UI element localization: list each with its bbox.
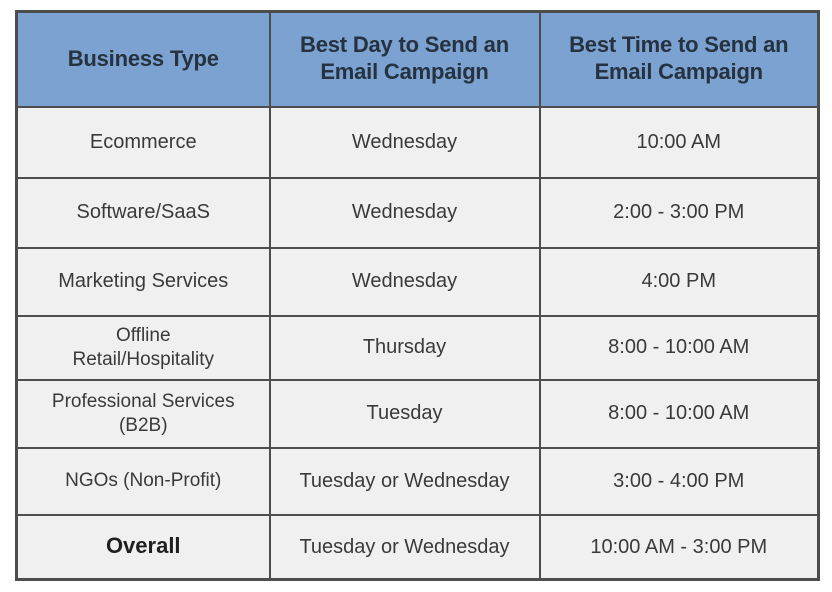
cell-business-type: Ecommerce: [15, 105, 271, 179]
table-row-overall: Overall Tuesday or Wednesday 10:00 AM - …: [15, 513, 820, 581]
cell-best-time: 8:00 - 10:00 AM: [538, 378, 820, 449]
cell-best-day: Wednesday: [268, 105, 541, 179]
column-header-best-day: Best Day to Send an Email Campaign: [268, 10, 541, 108]
column-header-best-day-line-2: Email Campaign: [320, 59, 489, 85]
table-row: Professional Services (B2B) Tuesday 8:00…: [15, 378, 820, 449]
cell-best-time: 10:00 AM: [538, 105, 820, 179]
email-timing-table: Business Type Best Day to Send an Email …: [15, 10, 820, 581]
column-header-business-type: Business Type: [15, 10, 271, 108]
cell-business-type: Professional Services (B2B): [15, 378, 271, 449]
column-header-best-day-line-1: Best Day to Send an: [300, 32, 509, 58]
column-header-best-time-line-1: Best Time to Send an: [569, 32, 789, 58]
cell-business-type-line-2: Retail/Hospitality: [72, 348, 215, 370]
cell-best-time: 8:00 - 10:00 AM: [538, 314, 820, 381]
table-row: NGOs (Non-Profit) Tuesday or Wednesday 3…: [15, 446, 820, 516]
cell-business-type: Offline Retail/Hospitality: [15, 314, 271, 381]
cell-business-type-line-2: (B2B): [118, 414, 168, 436]
cell-business-type: Software/SaaS: [15, 176, 271, 249]
table-row: Marketing Services Wednesday 4:00 PM: [15, 246, 820, 317]
table-row: Offline Retail/Hospitality Thursday 8:00…: [15, 314, 820, 381]
table-body: Ecommerce Wednesday 10:00 AM Software/Sa…: [15, 105, 820, 581]
table-row: Ecommerce Wednesday 10:00 AM: [15, 105, 820, 179]
cell-best-time: 3:00 - 4:00 PM: [538, 446, 820, 516]
cell-business-type-line-1: Software/SaaS: [76, 201, 210, 224]
cell-business-type: Marketing Services: [15, 246, 271, 317]
header-row: Business Type Best Day to Send an Email …: [15, 10, 820, 108]
cell-business-type-line-1: Ecommerce: [89, 130, 197, 153]
cell-best-time: 4:00 PM: [538, 246, 820, 317]
cell-business-type-line-1: Marketing Services: [58, 270, 229, 293]
cell-best-day: Wednesday: [268, 246, 541, 317]
column-header-business-type-line-1: Business Type: [67, 45, 219, 71]
cell-business-type: NGOs (Non-Profit): [15, 446, 271, 516]
cell-best-time: 10:00 AM - 3:00 PM: [538, 513, 820, 581]
cell-business-type-line-1: NGOs (Non-Profit): [65, 470, 222, 492]
column-header-best-time-line-2: Email Campaign: [594, 59, 764, 85]
cell-business-type-overall: Overall: [15, 513, 271, 581]
cell-business-type-line-1: Professional Services: [51, 391, 235, 413]
column-header-best-time: Best Time to Send an Email Campaign: [538, 10, 820, 108]
table-header: Business Type Best Day to Send an Email …: [15, 10, 820, 108]
cell-business-type-line-1: Offline: [115, 325, 171, 347]
cell-best-day: Wednesday: [268, 176, 541, 249]
table-row: Software/SaaS Wednesday 2:00 - 3:00 PM: [15, 176, 820, 249]
cell-best-time: 2:00 - 3:00 PM: [538, 176, 820, 249]
cell-business-type-line-1: Overall: [105, 533, 181, 559]
cell-best-day: Thursday: [268, 314, 541, 381]
cell-best-day: Tuesday: [268, 378, 541, 449]
table-container: Business Type Best Day to Send an Email …: [15, 10, 820, 581]
cell-best-day: Tuesday or Wednesday: [268, 513, 541, 581]
cell-best-day: Tuesday or Wednesday: [268, 446, 541, 516]
